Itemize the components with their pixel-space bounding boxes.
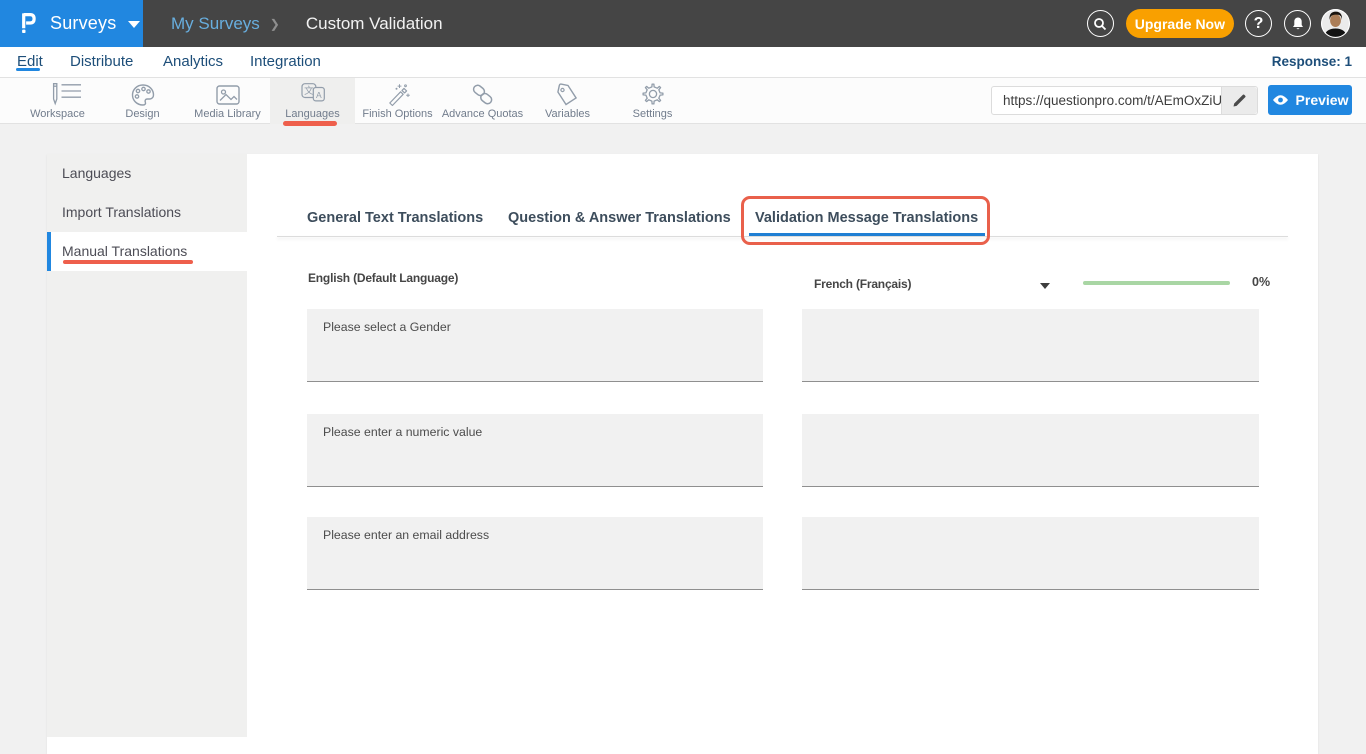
- svg-text:文: 文: [304, 85, 314, 97]
- svg-text:A: A: [315, 90, 321, 100]
